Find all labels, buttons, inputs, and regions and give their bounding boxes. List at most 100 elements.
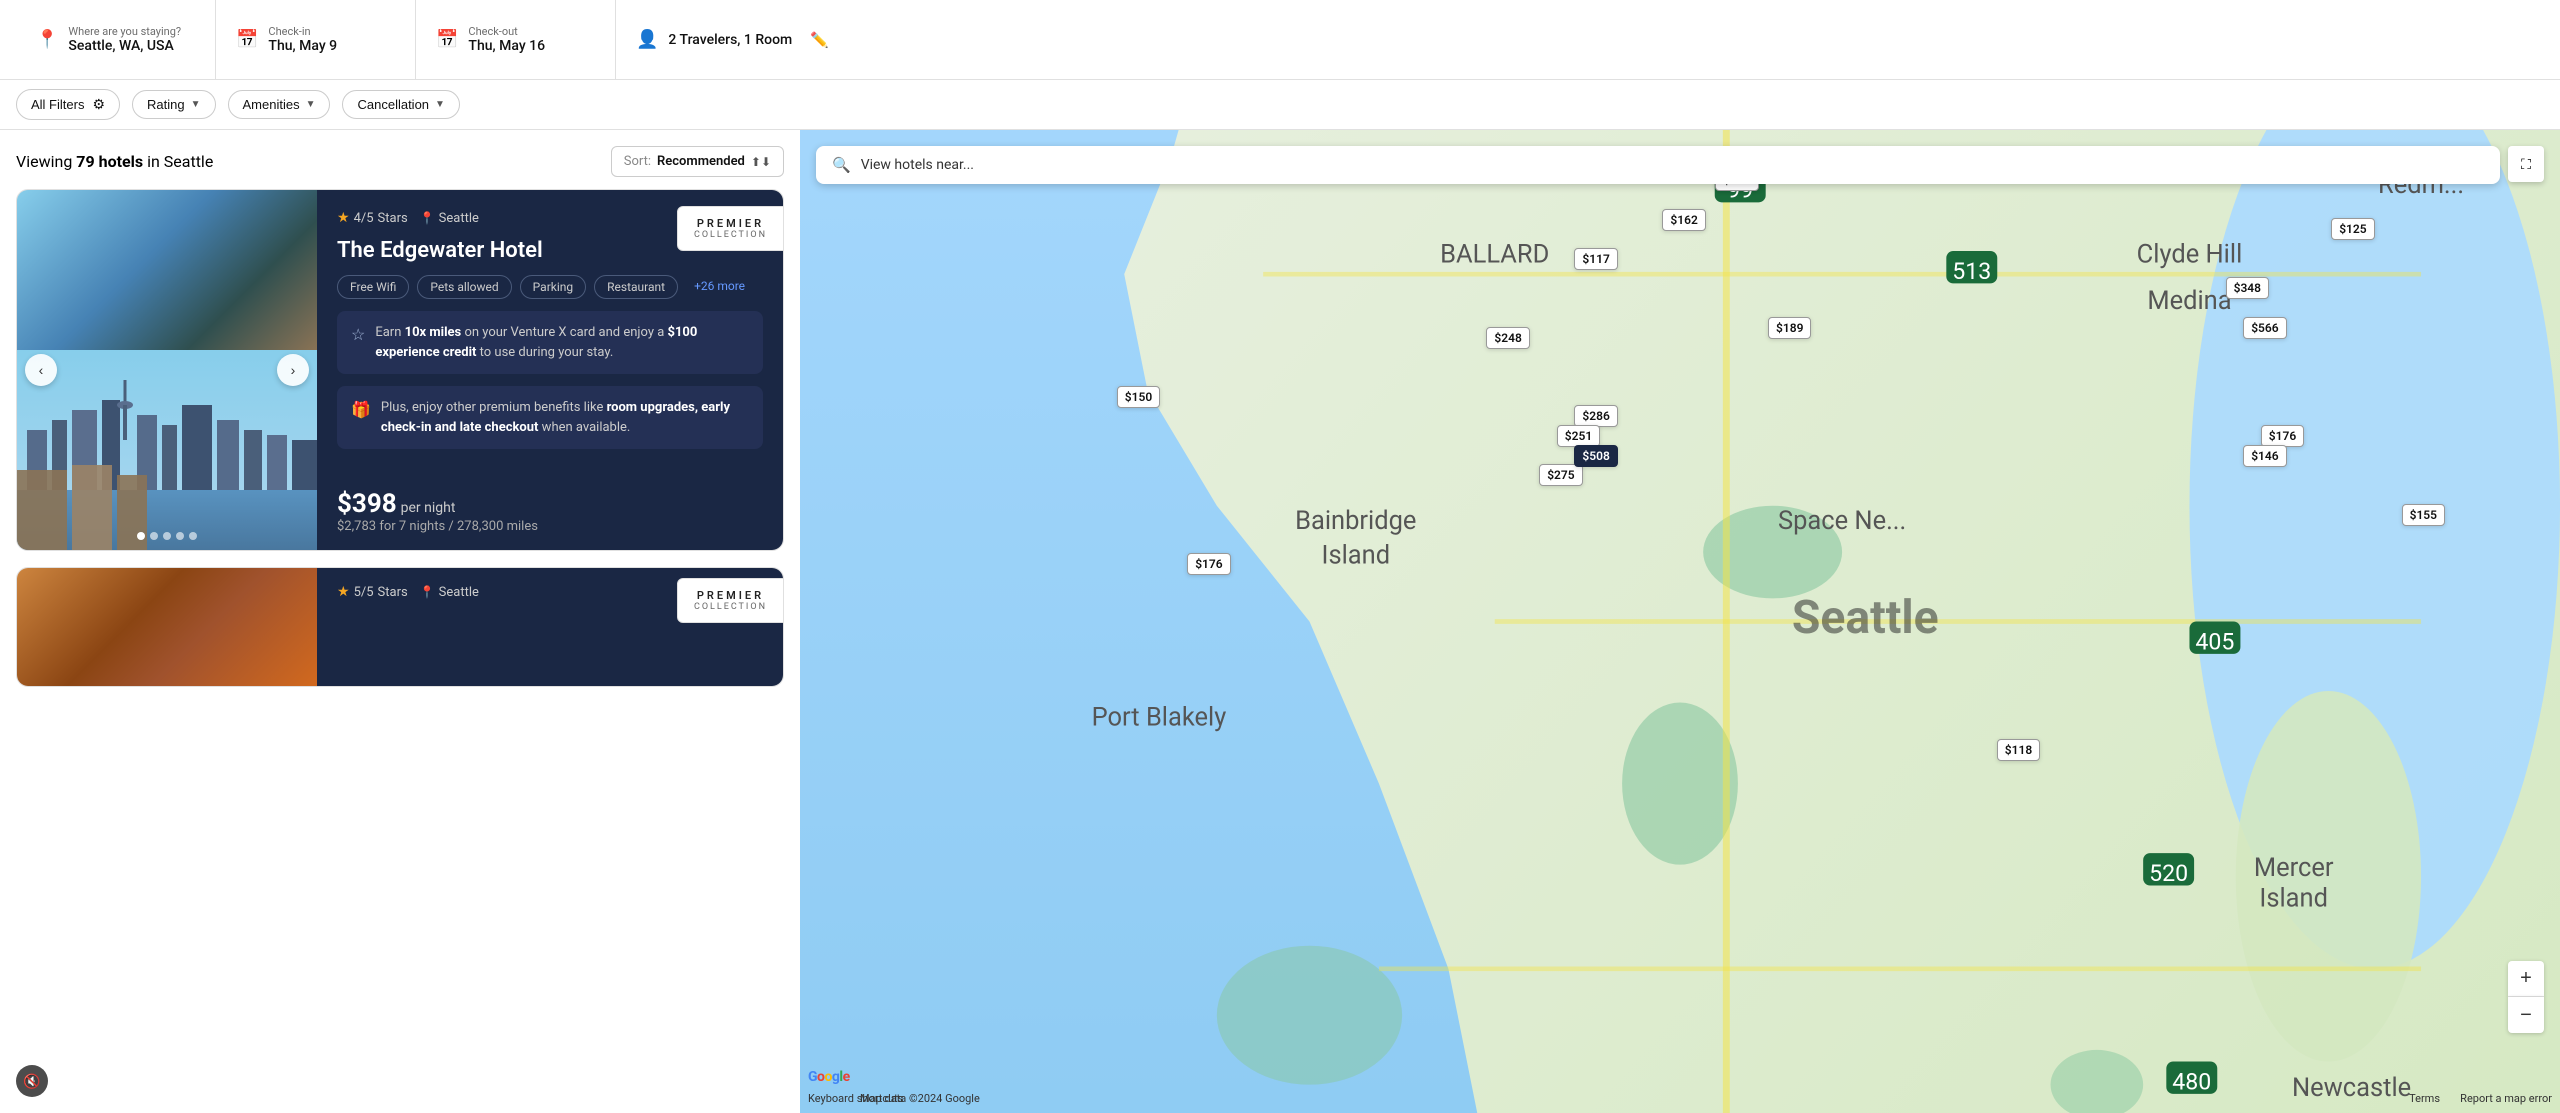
map-search-icon: 🔍 (832, 156, 851, 174)
price-pin-125[interactable]: $125 (2331, 218, 2374, 240)
hotel-location-2: 📍 Seattle (420, 585, 479, 600)
price-pin-146[interactable]: $146 (2243, 445, 2286, 467)
sound-button[interactable]: 🔇 (16, 1065, 48, 1097)
price-pin-176a[interactable]: $176 (2261, 425, 2304, 447)
price-pin-155[interactable]: $155 (2402, 504, 2445, 526)
hotel-location-text-1: Seattle (439, 211, 479, 226)
cancellation-chevron-icon: ▼ (435, 99, 445, 110)
rating-chevron-icon: ▼ (191, 99, 201, 110)
results-count: Viewing 79 hotels in Seattle (16, 152, 213, 171)
checkout-segment[interactable]: 📅 Check-out Thu, May 16 (416, 0, 616, 79)
map-search-text: View hotels near... (861, 157, 974, 173)
hotel-card-2[interactable]: PREMIER CoLLEcTiON ★ 5/5 Stars 📍 Seattle (16, 567, 784, 687)
image-dot-5[interactable] (189, 532, 197, 540)
main-content: Viewing 79 hotels in Seattle Sort: Recom… (0, 130, 2560, 1113)
svg-text:Space Ne...: Space Ne... (1778, 506, 1906, 536)
image-dot-3[interactable] (163, 532, 171, 540)
image-prev-button[interactable]: ‹ (25, 354, 57, 386)
promo-banner-benefits: 🎁 Plus, enjoy other premium benefits lik… (337, 386, 763, 449)
checkout-label: Check-out (468, 25, 545, 38)
svg-text:Port Blakely: Port Blakely (1092, 703, 1227, 733)
promo-bold-miles: 10x miles (405, 325, 462, 340)
price-pin-176b[interactable]: $176 (1187, 553, 1230, 575)
amenities-chevron-icon: ▼ (306, 99, 316, 110)
image-dot-2[interactable] (150, 532, 158, 540)
price-pin-286[interactable]: $286 (1574, 405, 1617, 427)
map-expand-button[interactable]: ⛶ (2508, 146, 2544, 182)
cancellation-filter-button[interactable]: Cancellation ▼ (342, 90, 459, 119)
rating-filter-button[interactable]: Rating ▼ (132, 90, 215, 119)
destination-value: Seattle, WA, USA (68, 38, 181, 54)
svg-text:405: 405 (2195, 628, 2234, 655)
svg-text:Clyde Hill: Clyde Hill (2137, 240, 2243, 270)
price-pin-508[interactable]: $508 (1574, 445, 1617, 467)
price-pin-251[interactable]: $251 (1557, 425, 1600, 447)
hotel-stars-label-1: Stars (378, 211, 408, 226)
amenity-tag-wifi: Free Wifi (337, 275, 409, 299)
price-pin-118[interactable]: $118 (1997, 739, 2040, 761)
hotel-stars-value-1: 4/5 (354, 211, 374, 226)
premier-badge-text-2: PREMIER (697, 589, 764, 602)
image-dot-1[interactable] (137, 532, 145, 540)
destination-segment[interactable]: 📍 Where are you staying? Seattle, WA, US… (16, 0, 216, 79)
price-pin-275[interactable]: $275 (1539, 464, 1582, 486)
hotel-stars-2: ★ 5/5 Stars (337, 584, 408, 600)
premier-badge-1: PREMIER CoLLEcTiON (677, 206, 784, 251)
map-report-error[interactable]: Report a map error (2460, 1092, 2552, 1105)
price-pin-248[interactable]: $248 (1486, 327, 1529, 349)
premier-badge-sub-1: CoLLEcTiON (694, 230, 767, 240)
map-keyboard-shortcuts[interactable]: Keyboard shortcuts (808, 1092, 903, 1105)
hotel-card-1[interactable]: ‹ › PREMIER CoLLEcTiON ★ (16, 189, 784, 551)
travelers-segment[interactable]: 👤 2 Travelers, 1 Room ✏️ (616, 0, 849, 79)
sort-dropdown[interactable]: Sort: Recommended ⬆⬇ (611, 146, 784, 177)
checkin-segment[interactable]: 📅 Check-in Thu, May 9 (216, 0, 416, 79)
star-icon: ★ (337, 210, 350, 226)
pin-icon-2: 📍 (420, 585, 435, 599)
checkin-value: Thu, May 9 (268, 38, 337, 54)
zoom-out-button[interactable]: − (2508, 997, 2544, 1033)
hotel-image-2 (17, 568, 317, 687)
zoom-in-button[interactable]: + (2508, 961, 2544, 997)
price-pin-117[interactable]: $117 (1574, 248, 1617, 270)
hotel-price-per-1: per night (401, 500, 456, 516)
results-count-number: 79 hotels (76, 152, 143, 171)
star-icon-2: ★ (337, 584, 350, 600)
svg-text:513: 513 (1952, 258, 1991, 285)
svg-text:520: 520 (2149, 860, 2188, 887)
map-search-bar[interactable]: 🔍 View hotels near... (816, 146, 2500, 184)
results-location: in Seattle (147, 152, 213, 171)
image-dot-4[interactable] (176, 532, 184, 540)
price-pin-348[interactable]: $348 (2226, 277, 2269, 299)
image-next-button[interactable]: › (277, 354, 309, 386)
premier-badge-2: PREMIER CoLLEcTiON (677, 578, 784, 623)
price-pin-189[interactable]: $189 (1768, 317, 1811, 339)
edit-icon[interactable]: ✏️ (810, 31, 829, 49)
promo-star-icon: ☆ (351, 325, 365, 344)
sort-value: Recommended (657, 154, 745, 169)
svg-text:Bainbridge: Bainbridge (1295, 506, 1416, 536)
map-container[interactable]: Seattle GREEN LAKE BALLARD Space Ne... C… (800, 130, 2560, 1113)
image-dots (137, 532, 197, 540)
hotel-stars-1: ★ 4/5 Stars (337, 210, 408, 226)
all-filters-button[interactable]: All Filters ⚙ (16, 89, 120, 120)
price-pin-150[interactable]: $150 (1117, 386, 1160, 408)
svg-text:BALLARD: BALLARD (1440, 240, 1549, 270)
expand-icon: ⛶ (2521, 156, 2531, 173)
amenity-tags-1: Free Wifi Pets allowed Parking Restauran… (337, 275, 763, 299)
svg-text:Medina: Medina (2147, 286, 2231, 316)
hotel-image-wrap-2 (17, 568, 317, 686)
all-filters-label: All Filters (31, 97, 84, 112)
price-pin-162[interactable]: $162 (1662, 209, 1705, 231)
hotel-price-1: $398 (337, 489, 397, 519)
filter-icon: ⚙ (92, 96, 105, 113)
calendar-icon: 📅 (236, 29, 258, 50)
svg-text:480: 480 (2172, 1068, 2211, 1095)
price-pin-566[interactable]: $566 (2243, 317, 2286, 339)
svg-text:Island: Island (2259, 883, 2328, 913)
amenities-filter-button[interactable]: Amenities ▼ (228, 90, 331, 119)
map-terms[interactable]: Terms (2409, 1092, 2440, 1105)
map-panel[interactable]: Seattle GREEN LAKE BALLARD Space Ne... C… (800, 130, 2560, 1113)
amenities-filter-label: Amenities (243, 97, 300, 112)
amenity-more-button[interactable]: +26 more (686, 275, 753, 299)
filter-bar: All Filters ⚙ Rating ▼ Amenities ▼ Cance… (0, 80, 2560, 130)
